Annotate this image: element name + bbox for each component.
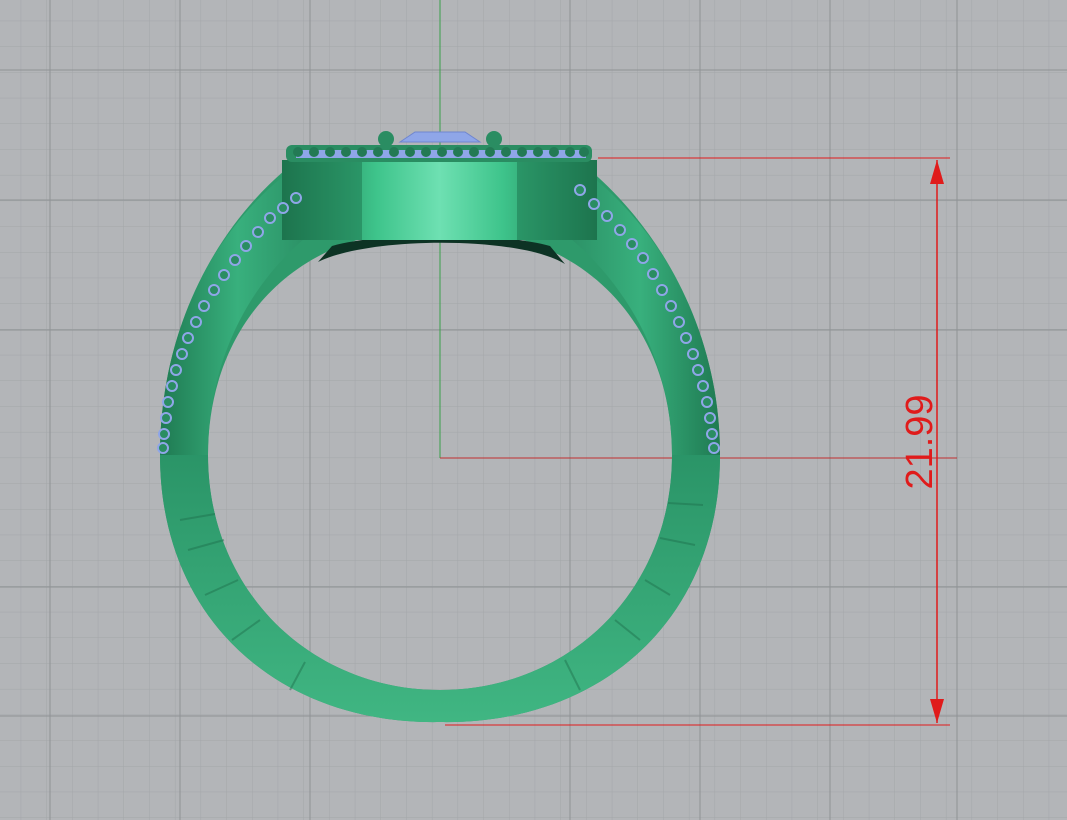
head-right-face <box>517 160 597 240</box>
center-stone <box>398 131 482 143</box>
cad-viewport[interactable]: 21.99 <box>0 0 1067 820</box>
prong-left <box>378 131 394 147</box>
dimension-value: 21.99 <box>899 394 941 489</box>
prong-right <box>486 131 502 147</box>
viewport-canvas[interactable]: 21.99 <box>0 0 1067 820</box>
